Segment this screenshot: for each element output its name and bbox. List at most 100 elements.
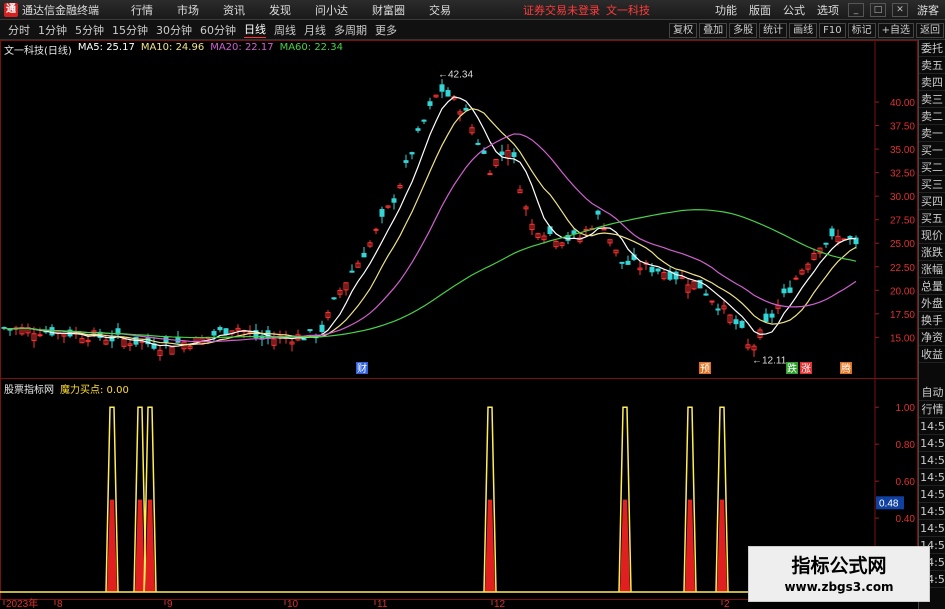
tab-60min[interactable]: 60分钟 bbox=[200, 22, 236, 38]
main-panel-info: 文一科技(日线) MA5: 25.17 MA10: 24.96 MA20: 22… bbox=[4, 42, 343, 57]
f10-button[interactable]: F10 bbox=[819, 22, 846, 38]
candle-body bbox=[427, 101, 433, 106]
side-item-0[interactable]: 委托 bbox=[919, 40, 945, 57]
side-sub-item-4[interactable]: 14:5 bbox=[919, 452, 945, 469]
menu-item-wealth[interactable]: 财富圈 bbox=[372, 2, 405, 18]
sub-y-tick-label-3: 0.40 bbox=[896, 514, 916, 525]
menu-layout[interactable]: 版面 bbox=[749, 2, 771, 18]
side-item-9[interactable]: 买四 bbox=[919, 193, 945, 210]
side-sub-item-2[interactable]: 14:5 bbox=[919, 418, 945, 435]
maximize-icon[interactable]: □ bbox=[870, 3, 886, 17]
candle-body bbox=[475, 142, 481, 145]
side-item-12[interactable]: 涨跌 bbox=[919, 244, 945, 261]
menu-options[interactable]: 选项 bbox=[817, 2, 839, 18]
candle-body bbox=[379, 209, 385, 217]
adjust-button[interactable]: 复权 bbox=[669, 22, 698, 38]
side-item-6[interactable]: 买一 bbox=[919, 142, 945, 159]
y-tick-label-6: 25.00 bbox=[890, 239, 915, 250]
sub-y-tick-label-2: 0.60 bbox=[896, 477, 916, 488]
x-tick-label-3: 10 bbox=[287, 599, 299, 609]
side-sub-item-1[interactable]: 行情 bbox=[919, 401, 945, 418]
overlay-button[interactable]: 叠加 bbox=[699, 22, 728, 38]
watermark-title: 指标公式网 bbox=[791, 555, 887, 577]
add-watchlist-button[interactable]: +自选 bbox=[877, 22, 914, 38]
event-marker-0: 财 bbox=[357, 362, 367, 375]
tab-multi[interactable]: 多周期 bbox=[334, 22, 367, 38]
x-tick-label-1: 8 bbox=[57, 599, 63, 609]
tab-30min[interactable]: 30分钟 bbox=[156, 22, 192, 38]
candle-body bbox=[715, 308, 721, 311]
x-tick-label-0: 2023年 bbox=[6, 597, 38, 609]
side-item-2[interactable]: 卖四 bbox=[919, 74, 945, 91]
side-item-13[interactable]: 涨幅 bbox=[919, 261, 945, 278]
menu-item-ask[interactable]: 问小达 bbox=[315, 2, 348, 18]
stats-button[interactable]: 统计 bbox=[759, 22, 788, 38]
watermark-badge: 指标公式网 www.zbgs3.com bbox=[748, 546, 930, 602]
side-sub-item-0[interactable]: 自动 bbox=[919, 384, 945, 401]
side-sub-item-7[interactable]: 14:5 bbox=[919, 503, 945, 520]
ma60-value: MA60: 22.34 bbox=[279, 42, 343, 53]
candle-body bbox=[625, 260, 631, 265]
close-icon[interactable]: ✕ bbox=[892, 3, 908, 17]
side-item-4[interactable]: 卖二 bbox=[919, 108, 945, 125]
buy-spike-fill-1 bbox=[135, 499, 145, 592]
side-sub-item-6[interactable]: 14:5 bbox=[919, 486, 945, 503]
tab-monthly[interactable]: 月线 bbox=[304, 22, 326, 38]
event-marker-2: 跌 bbox=[787, 362, 797, 375]
tab-5min[interactable]: 5分钟 bbox=[75, 22, 104, 38]
main-panel-title: 文一科技(日线) bbox=[4, 46, 72, 57]
menu-item-trade[interactable]: 交易 bbox=[429, 2, 451, 18]
tab-1min[interactable]: 1分钟 bbox=[38, 22, 67, 38]
candle-body bbox=[481, 150, 487, 154]
guest-label[interactable]: 游客 bbox=[917, 2, 939, 18]
tab-timeshare[interactable]: 分时 bbox=[8, 22, 30, 38]
x-tick-label-6: 2 bbox=[724, 599, 730, 609]
candle-body bbox=[787, 287, 793, 293]
minimize-icon[interactable]: _ bbox=[848, 3, 864, 17]
multi-stock-button[interactable]: 多股 bbox=[729, 22, 758, 38]
stock-chart[interactable]: 40.00 37.50 35.00 32.50 30.00 27.50 25.00 22.50… bbox=[0, 40, 918, 609]
side-item-17[interactable]: 净资 bbox=[919, 329, 945, 346]
toolbar-right: 复权 叠加 多股 统计 画线 F10 标记 +自选 返回 bbox=[668, 20, 945, 40]
side-item-3[interactable]: 卖三 bbox=[919, 91, 945, 108]
side-item-18[interactable]: 收益 bbox=[919, 346, 945, 363]
buy-spike-fill-6 bbox=[717, 499, 727, 592]
login-warning[interactable]: 证券交易未登录 bbox=[523, 2, 600, 18]
event-marker-1: 预 bbox=[700, 363, 710, 375]
menu-formula[interactable]: 公式 bbox=[783, 2, 805, 18]
tab-daily[interactable]: 日线 bbox=[244, 21, 266, 38]
tab-weekly[interactable]: 周线 bbox=[274, 22, 296, 38]
x-tick-label-2: 9 bbox=[167, 599, 173, 609]
candle-body bbox=[361, 252, 367, 258]
candle-body bbox=[649, 266, 655, 273]
candle-body bbox=[595, 210, 601, 215]
side-item-11[interactable]: 现价 bbox=[919, 227, 945, 244]
side-item-15[interactable]: 外盘 bbox=[919, 295, 945, 312]
tab-15min[interactable]: 15分钟 bbox=[112, 22, 148, 38]
side-item-1[interactable]: 卖五 bbox=[919, 57, 945, 74]
menu-function[interactable]: 功能 bbox=[715, 2, 737, 18]
side-item-5[interactable]: 卖一 bbox=[919, 125, 945, 142]
mark-button[interactable]: 标记 bbox=[847, 22, 876, 38]
back-button[interactable]: 返回 bbox=[916, 22, 944, 38]
side-item-10[interactable]: 买五 bbox=[919, 210, 945, 227]
candle-body bbox=[667, 271, 673, 280]
side-sub-item-8[interactable]: 14:5 bbox=[919, 520, 945, 537]
buy-spike-fill-0 bbox=[107, 499, 117, 592]
draw-line-button[interactable]: 画线 bbox=[789, 22, 818, 38]
tab-more[interactable]: 更多 bbox=[375, 22, 397, 38]
side-sub-item-5[interactable]: 14:5 bbox=[919, 469, 945, 486]
side-sub-item-3[interactable]: 14:5 bbox=[919, 435, 945, 452]
candle-body bbox=[763, 313, 769, 322]
side-item-14[interactable]: 总量 bbox=[919, 278, 945, 295]
side-item-16[interactable]: 换手 bbox=[919, 312, 945, 329]
menu-item-quotes[interactable]: 行情 bbox=[131, 2, 153, 18]
candle-body bbox=[301, 338, 307, 341]
y-tick-label-0: 40.00 bbox=[890, 98, 915, 109]
menu-item-news[interactable]: 资讯 bbox=[223, 2, 245, 18]
menu-item-discover[interactable]: 发现 bbox=[269, 2, 291, 18]
side-item-7[interactable]: 买二 bbox=[919, 159, 945, 176]
side-item-8[interactable]: 买三 bbox=[919, 176, 945, 193]
y-tick-label-10: 15.00 bbox=[890, 333, 915, 344]
menu-item-market[interactable]: 市场 bbox=[177, 2, 199, 18]
